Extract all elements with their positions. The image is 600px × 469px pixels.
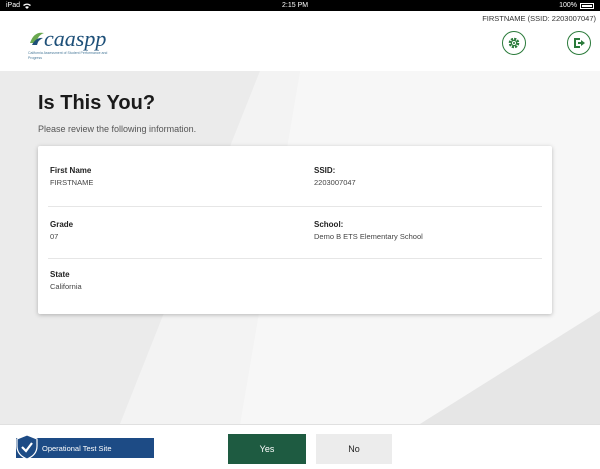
yes-button[interactable]: Yes [228, 434, 306, 464]
school-label: School: [314, 220, 344, 229]
status-bar: iPad 2:15 PM 100% [0, 0, 600, 11]
caaspp-logo: caaspp California Assessment of Student … [28, 25, 118, 67]
state-field: State California [50, 270, 82, 291]
ssid-value: 2203007047 [314, 178, 356, 187]
first-name-label: First Name [50, 166, 92, 175]
no-button[interactable]: No [316, 434, 392, 464]
first-name-value: FIRSTNAME [50, 178, 94, 187]
footer-bar: Operational Test Site Yes No [0, 424, 600, 469]
clock: 2:15 PM [282, 2, 309, 9]
grade-value: 07 [50, 232, 59, 241]
state-label: State [50, 270, 70, 279]
logout-button[interactable] [567, 31, 591, 55]
grade-field: Grade 07 [50, 220, 73, 241]
battery-percent: 100% [559, 2, 577, 9]
first-name-field: First Name FIRSTNAME [50, 166, 93, 187]
page-subtitle: Please review the following information. [38, 124, 197, 134]
wifi-icon [23, 3, 32, 9]
student-info-card: First Name FIRSTNAME SSID: 2203007047 Gr… [38, 146, 552, 314]
carrier-label: iPad [6, 2, 21, 9]
school-field: School: Demo B ETS Elementary School [314, 220, 423, 241]
shield-check-icon [16, 434, 38, 460]
ssid-label: SSID: [314, 166, 336, 175]
site-badge: Operational Test Site [16, 434, 154, 460]
ssid-field: SSID: 2203007047 [314, 166, 356, 187]
state-value: California [50, 282, 82, 291]
logout-icon [574, 38, 585, 48]
user-label: FIRSTNAME (SSID: 2203007047) [482, 14, 596, 23]
logo-text: caaspp [44, 26, 107, 51]
grade-label: Grade [50, 220, 74, 229]
divider [48, 258, 542, 259]
settings-button[interactable] [502, 31, 526, 55]
divider [48, 206, 542, 207]
battery-icon [580, 2, 594, 9]
app-header: FIRSTNAME (SSID: 2203007047) caaspp Cali… [0, 11, 600, 71]
logo-subtitle: California Assessment of Student Perform… [28, 51, 108, 60]
school-value: Demo B ETS Elementary School [314, 232, 423, 241]
page-title: Is This You? [38, 92, 156, 114]
gear-icon [508, 37, 520, 49]
site-label: Operational Test Site [42, 443, 112, 453]
